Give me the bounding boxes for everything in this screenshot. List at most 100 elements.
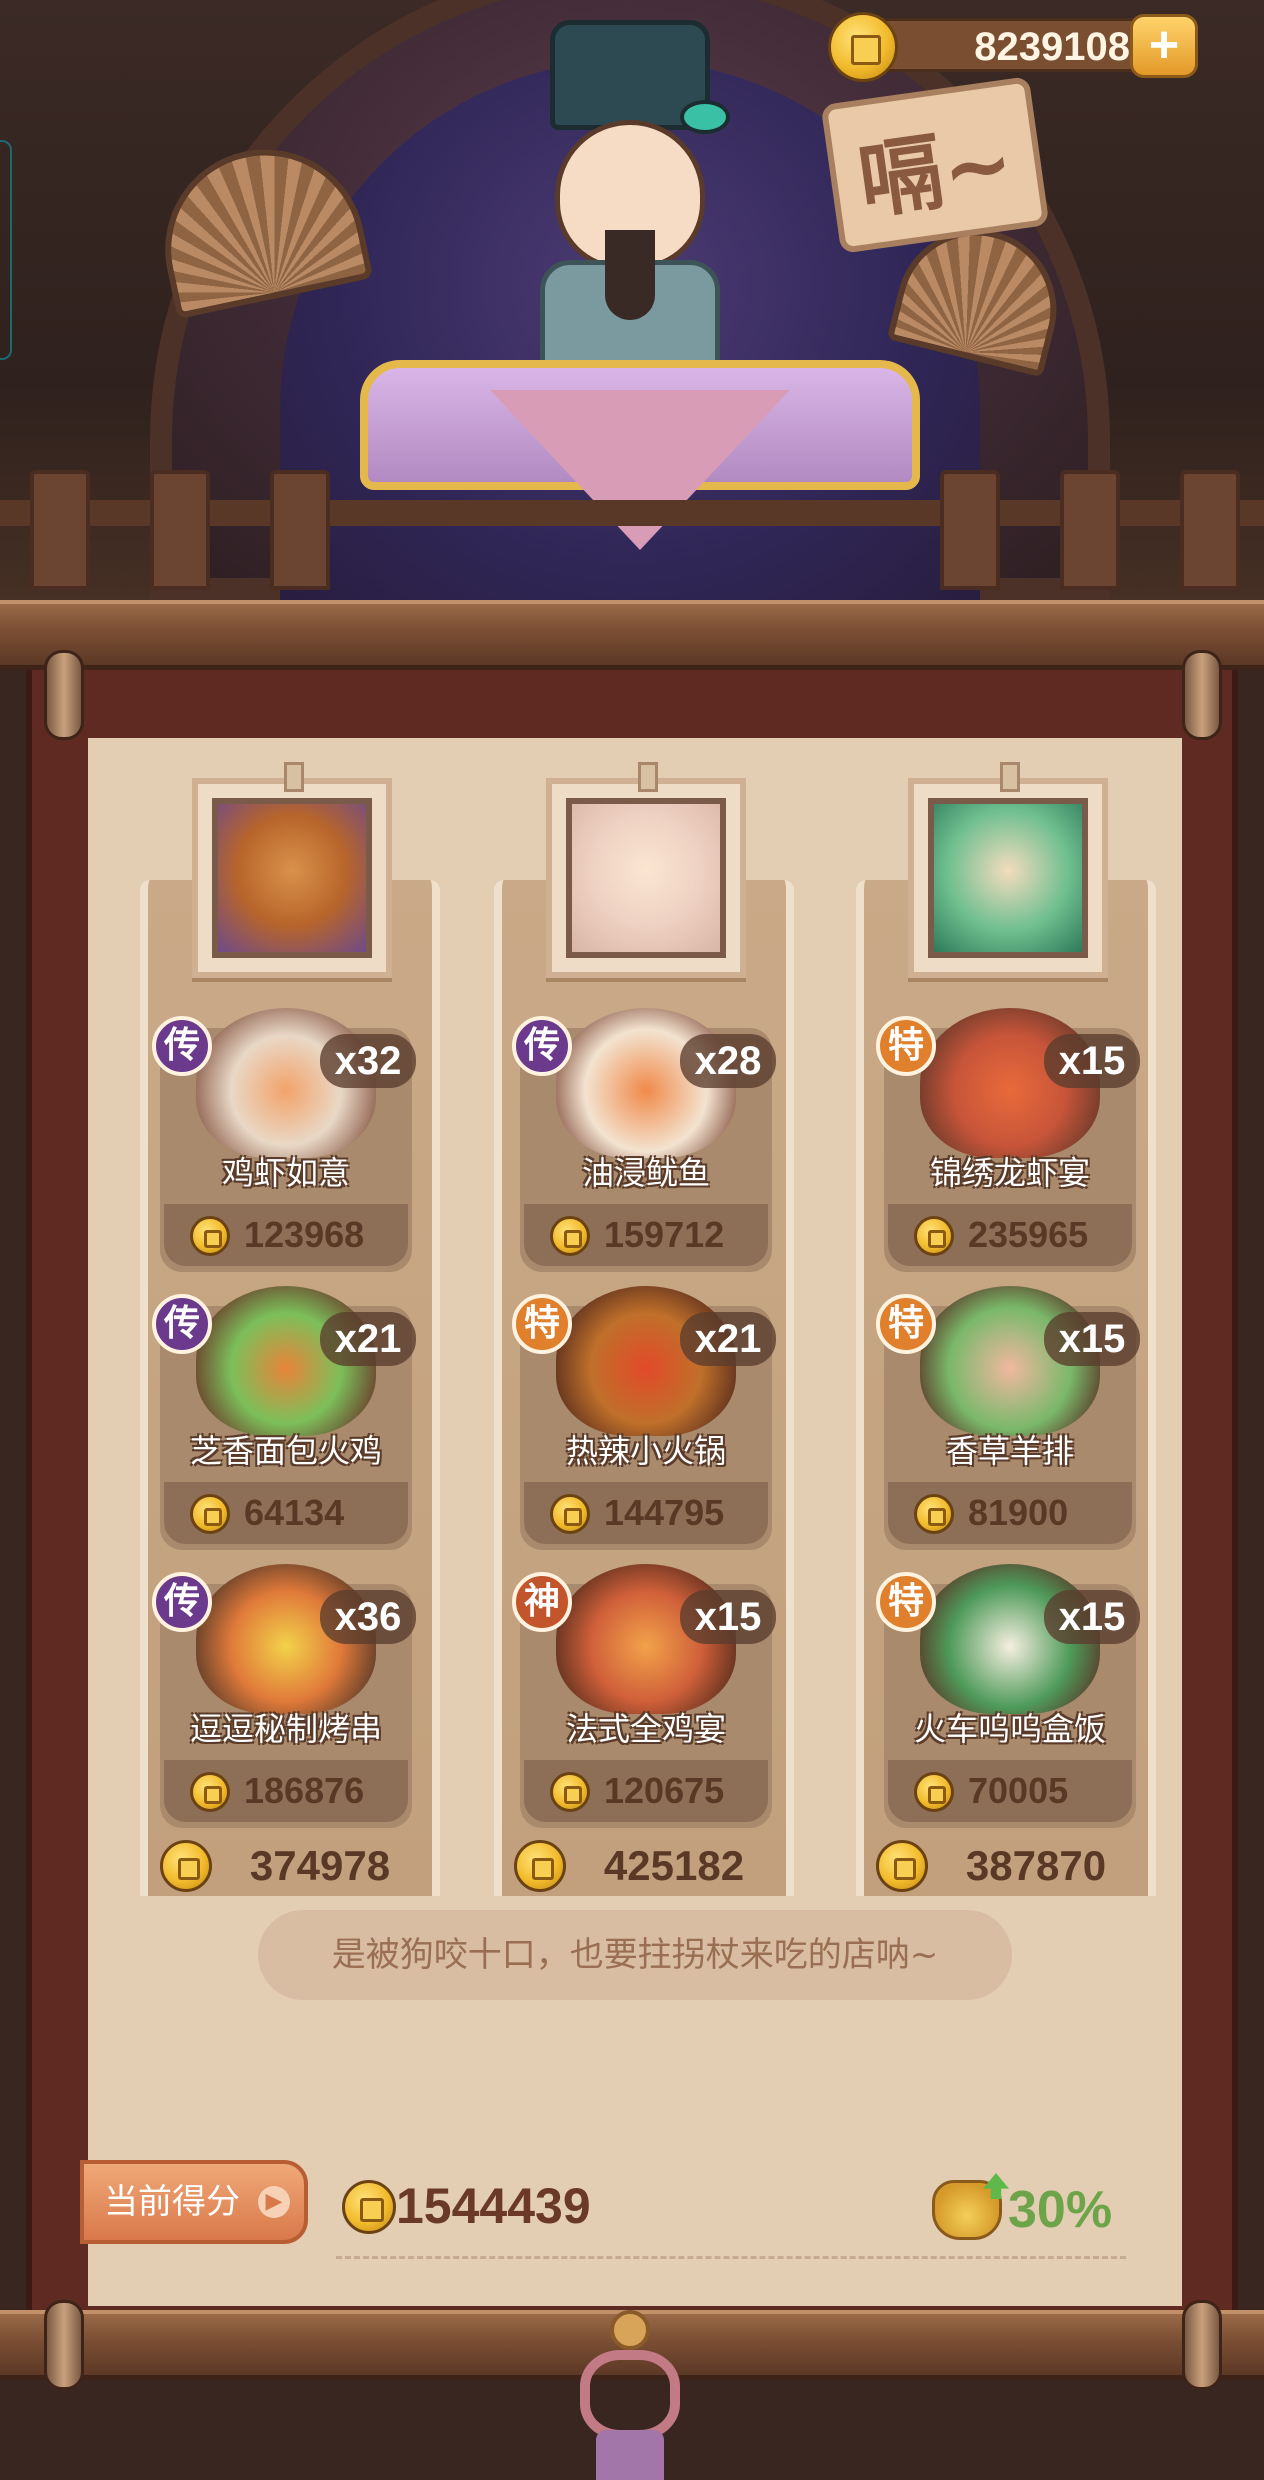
column-total: 387870 [856, 1832, 1156, 1892]
rod-end-cap [44, 650, 84, 740]
gold-coin-icon [160, 1840, 212, 1892]
gold-coin-icon [550, 1772, 590, 1812]
dish-name: 法式全鸡宴 [565, 1710, 726, 1748]
dish-price: 123968 [164, 1204, 408, 1266]
current-score-label: 当前得分 [104, 2182, 240, 2222]
dish-price: 64134 [164, 1482, 408, 1544]
rank-badge: 特 [512, 1294, 572, 1354]
pin-icon [638, 762, 658, 792]
gold-coin-icon [190, 1216, 230, 1256]
dish-price: 70005 [888, 1760, 1132, 1822]
dish-price-value: 81900 [968, 1492, 1069, 1533]
dish-card[interactable]: 传 x21 芝香面包火鸡 64134 [152, 1286, 416, 1550]
gold-coin-icon [550, 1216, 590, 1256]
bear-chef-avatar [212, 798, 372, 958]
fence-post [1060, 470, 1120, 590]
fence-post [1180, 470, 1240, 590]
scroll-top-rod [0, 600, 1264, 670]
bonus-percent: 30% [1008, 2181, 1113, 2239]
dish-price-value: 235965 [968, 1214, 1089, 1255]
chef-portrait[interactable] [546, 762, 746, 978]
knot-body [580, 2350, 680, 2440]
column-total: 425182 [494, 1832, 794, 1892]
dish-count: x15 [1044, 1312, 1140, 1366]
dish-name: 锦绣龙虾宴 [929, 1154, 1090, 1192]
knot-ring [610, 2310, 650, 2350]
knot-tassel [596, 2430, 664, 2480]
fence-post [270, 470, 330, 590]
full-bag-icon [932, 2173, 1009, 2240]
gold-coin-icon [342, 2180, 396, 2234]
gold-coin-icon [828, 12, 898, 82]
fence-post [30, 470, 90, 590]
dish-name: 火车呜呜盒饭 [913, 1710, 1106, 1748]
dish-name: 热辣小火锅 [565, 1432, 726, 1470]
rank-badge: 传 [152, 1294, 212, 1354]
dish-name: 芝香面包火鸡 [189, 1432, 382, 1470]
customer-comment: 是被狗咬十口，也要拄拐杖来吃的店呐~ [258, 1910, 1012, 2000]
dish-price: 120675 [524, 1760, 768, 1822]
wooden-fence [0, 470, 1264, 590]
shop-scene: 嗝~ [0, 0, 1264, 640]
dish-card[interactable]: 特 x21 热辣小火锅 144795 [512, 1286, 776, 1550]
dish-card[interactable]: 神 x15 法式全鸡宴 120675 [512, 1564, 776, 1828]
gold-coin-icon [514, 1840, 566, 1892]
fence-post [940, 470, 1000, 590]
gold-coin-icon [914, 1772, 954, 1812]
dish-price-value: 144795 [604, 1492, 725, 1533]
chinese-knot-ornament [560, 2300, 700, 2480]
dish-price-value: 70005 [968, 1770, 1069, 1811]
dish-card[interactable]: 传 x36 逗逗秘制烤串 186876 [152, 1564, 416, 1828]
gold-coin-icon [914, 1494, 954, 1534]
currency-amount: 8239108 [974, 25, 1130, 69]
dish-card[interactable]: 特 x15 锦绣龙虾宴 235965 [876, 1008, 1140, 1272]
add-currency-button[interactable]: + [1130, 14, 1198, 78]
fence-post [150, 470, 210, 590]
dish-count: x28 [680, 1034, 776, 1088]
dish-card[interactable]: 特 x15 火车呜呜盒饭 70005 [876, 1564, 1140, 1828]
dish-price: 81900 [888, 1482, 1132, 1544]
gold-coin-icon [190, 1772, 230, 1812]
score-divider [336, 2256, 1126, 2259]
rank-badge: 特 [876, 1016, 936, 1076]
pin-icon [1000, 762, 1020, 792]
rank-badge: 传 [512, 1016, 572, 1076]
currency-bar: 8239108 + [820, 8, 1200, 82]
dish-card[interactable]: 传 x32 鸡虾如意 123968 [152, 1008, 416, 1272]
column-total: 374978 [140, 1832, 440, 1892]
rank-badge: 特 [876, 1294, 936, 1354]
dish-price-value: 186876 [244, 1770, 365, 1811]
burp-sign: 嗝~ [820, 76, 1050, 254]
column-total-value: 374978 [249, 1842, 391, 1889]
chef-portrait[interactable] [908, 762, 1108, 978]
current-score-tab[interactable]: 当前得分 ▶ [80, 2160, 308, 2244]
dish-price-value: 64134 [244, 1492, 345, 1533]
gold-coin-icon [876, 1840, 928, 1892]
rank-badge: 特 [876, 1572, 936, 1632]
rod-end-cap [1182, 2300, 1222, 2390]
dish-count: x32 [320, 1034, 416, 1088]
dish-count: x21 [320, 1312, 416, 1366]
dish-name: 油浸鱿鱼 [581, 1154, 710, 1192]
current-score-value: 1544439 [396, 2178, 591, 2234]
chef-portrait[interactable] [192, 762, 392, 978]
dish-price: 186876 [164, 1760, 408, 1822]
dish-count: x15 [1044, 1590, 1140, 1644]
gold-coin-icon [550, 1494, 590, 1534]
side-panel-handle[interactable] [0, 140, 12, 360]
dish-price: 159712 [524, 1204, 768, 1266]
dish-count: x15 [1044, 1034, 1140, 1088]
dish-price: 235965 [888, 1204, 1132, 1266]
rank-badge: 神 [512, 1572, 572, 1632]
column-total-value: 425182 [603, 1842, 745, 1889]
gold-coin-icon [914, 1216, 954, 1256]
dish-price: 144795 [524, 1482, 768, 1544]
white-hood-girl-avatar [566, 798, 726, 958]
dish-count: x21 [680, 1312, 776, 1366]
dish-card[interactable]: 传 x28 油浸鱿鱼 159712 [512, 1008, 776, 1272]
rank-badge: 传 [152, 1016, 212, 1076]
dish-name: 鸡虾如意 [221, 1154, 350, 1192]
pin-icon [284, 762, 304, 792]
dish-card[interactable]: 特 x15 香草羊排 81900 [876, 1286, 1140, 1550]
dish-count: x15 [680, 1590, 776, 1644]
